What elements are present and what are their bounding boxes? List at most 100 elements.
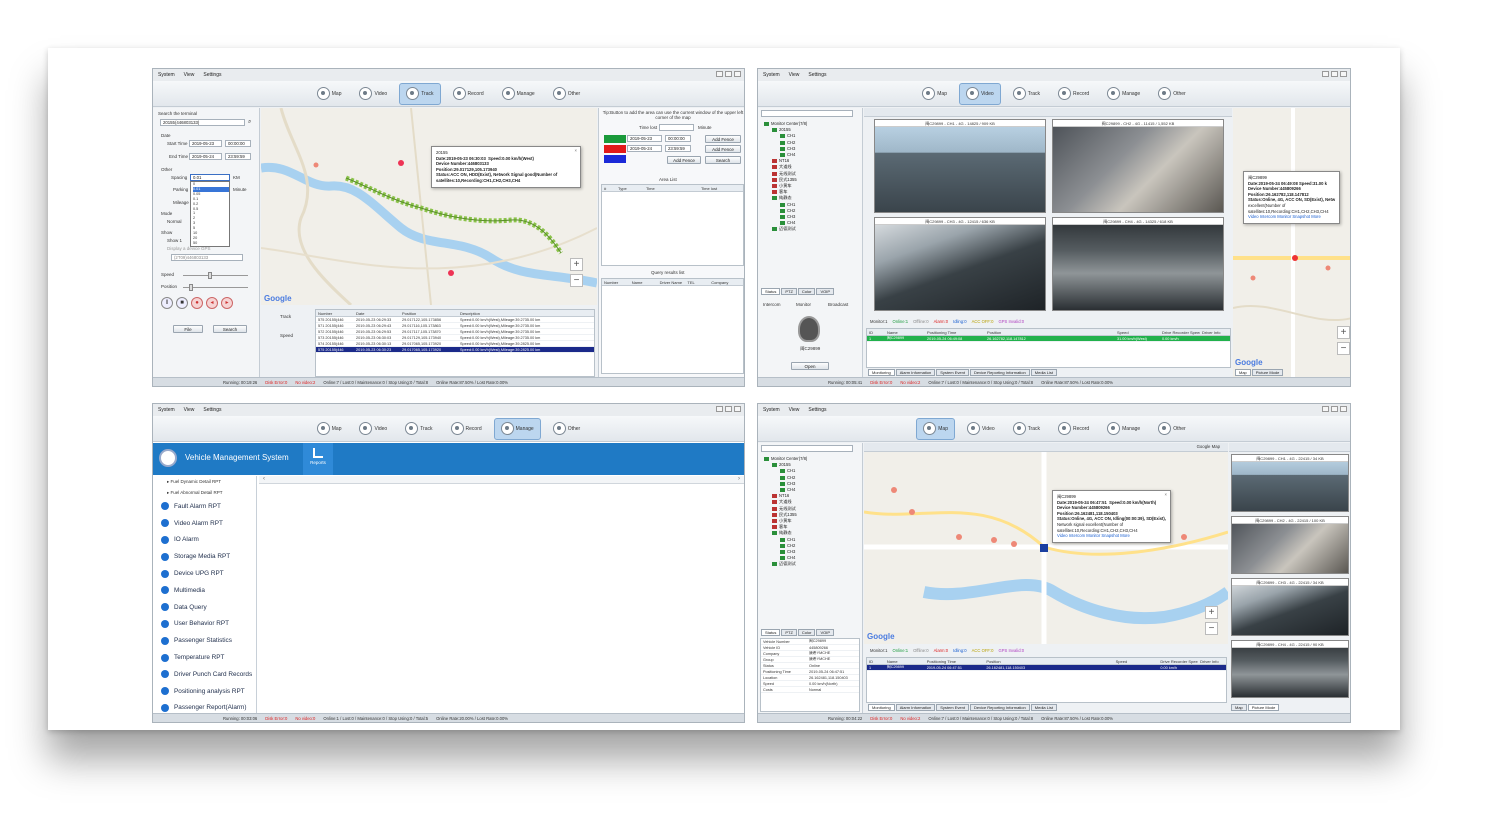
menu-view[interactable]: View [184,72,195,78]
table-row[interactable]: 1 闽C29899 2019-05-24 06:49:08 26.162782,118… [867,336,1230,342]
snapshot-view[interactable]: 闽C29899 - CH4 - 4G - 22415 / 90 KB [1231,640,1349,698]
sidebar-subitem[interactable]: ▸ Fuel Abnormal Detail RPT [153,487,256,498]
camera-view[interactable]: 闽C29899 - CH1 - 4G - 14825 / 909 KB [874,119,1046,213]
record-tab[interactable]: Record [447,83,490,105]
snapshot-view[interactable]: 闽C29899 - CH3 - 4G - 22415 / 34 KB [1231,578,1349,636]
picture-mode-tab[interactable]: Picture Mode [1247,704,1280,711]
fence-end-clock[interactable]: 23:59:59 [665,145,691,152]
mode-normal-radio[interactable]: Normal [167,219,182,224]
video-tab[interactable]: Video [958,82,1001,105]
tab[interactable]: Status [761,629,781,636]
color-blue[interactable] [604,155,626,163]
other-tab[interactable]: Other [1152,418,1192,440]
maximize-icon[interactable] [725,71,732,77]
minimize-icon[interactable] [1322,71,1329,77]
color-red[interactable] [604,145,626,153]
zoom-in-button[interactable]: + [570,258,583,271]
speed-slider-handle[interactable] [208,272,212,279]
video-toolbar[interactable] [864,108,1232,117]
map-tab[interactable]: Map [311,418,348,440]
video-tab[interactable]: Video [353,83,393,105]
menu-system[interactable]: System [763,72,780,78]
tab[interactable]: PTZ [781,288,797,295]
minimize-icon[interactable] [716,71,723,77]
other-tab[interactable]: Other [1152,83,1192,105]
table-row[interactable]: 1 闽C29899 2019-05-24 06:47:51 26.162481,118… [867,665,1226,671]
spacing-dropdown-list[interactable]: 0 0.01 0.05 0.1 0.2 0.5 1 2 3 5 10 20 50 [190,181,230,247]
add-fence-button-1[interactable]: Add Fence [705,135,741,143]
map-tab[interactable]: Map [311,83,348,105]
device-tree[interactable]: Monitor Center(7/8) 20155 CH1 CH2 CH3 CH4 NT16… [764,121,807,233]
menu-system[interactable]: System [158,72,175,78]
zoom-out-button[interactable]: − [1337,342,1350,355]
end-date-field[interactable]: 2019-05-24 [189,153,222,160]
popup-links[interactable]: Video Intercom Monitor Snapshot More [1248,214,1335,220]
manage-tab[interactable]: Manage [493,417,541,440]
show1-checkbox[interactable]: Show 1 [167,238,182,243]
sidebar-item[interactable]: Video Alarm RPT [153,515,256,532]
tab[interactable]: Device Reporting Information [969,369,1030,376]
close-icon[interactable] [734,71,741,77]
tab[interactable]: Alarm Information [895,369,936,376]
maximize-icon[interactable] [1331,406,1338,412]
video-side-map[interactable]: 闽C29899 Date:2019-05-24 06:49:08 Speed:3… [1233,108,1350,378]
tab[interactable]: Monitoring [868,704,895,711]
picture-mode-tab[interactable]: Picture Mode [1251,369,1284,376]
fence-start-clock[interactable]: 00:00:00 [665,135,691,142]
tree-search-input[interactable] [761,110,853,117]
popup-close-icon[interactable]: × [1165,492,1167,498]
tab[interactable]: Color [797,288,816,295]
close-icon[interactable] [1340,71,1347,77]
map-mode-tab[interactable]: Map [1231,704,1247,711]
menu-view[interactable]: View [789,407,800,413]
tab[interactable]: System Event [936,369,969,376]
stop-icon[interactable]: ■ [176,297,188,309]
video-tab[interactable]: Video [353,418,393,440]
sidebar-item[interactable]: User Behavior RPT [153,616,256,633]
tree-search-input[interactable] [761,445,853,452]
menu-settings[interactable]: Settings [203,72,221,78]
search-icon[interactable]: ⌕ [248,119,251,126]
tree-item[interactable]: 迈德测试 [764,226,807,232]
track-tab[interactable]: Track [1007,418,1046,440]
device-select[interactable]: (2T09)446803133 [171,254,243,261]
fast-icon[interactable]: ▸ [221,297,233,309]
maximize-icon[interactable] [1331,71,1338,77]
map-tab[interactable]: Map [916,83,953,105]
camera-view[interactable]: 闽C29899 - CH3 - 4G - 12415 / 636 KB [874,217,1046,311]
fence-search-button[interactable]: Search [705,156,741,164]
map-tab[interactable]: Map [916,417,955,440]
zoom-out-button[interactable]: − [1205,622,1218,635]
zoom-in-button[interactable]: + [1337,326,1350,339]
video-tab[interactable]: Video [961,418,1001,440]
menu-settings[interactable]: Settings [808,407,826,413]
tab[interactable]: VOIP [816,288,835,295]
menu-settings[interactable]: Settings [808,72,826,78]
monitor-radio[interactable]: Monitor [796,302,811,307]
fence-start-date[interactable]: 2019-05-23 [627,135,662,142]
menu-system[interactable]: System [763,407,780,413]
menu-settings[interactable]: Settings [203,407,221,413]
manage-tab[interactable]: Manage [1101,83,1146,105]
end-clock-field[interactable]: 23:59:59 [225,153,251,160]
camera-view[interactable]: 闽C29899 - CH2 - 4G - 11415 / 1,552 KB [1052,119,1224,213]
track-tab[interactable]: Track [1007,83,1046,105]
tab[interactable]: PTZ [781,629,797,636]
pause-icon[interactable]: ‖ [161,297,173,309]
map-mode-tab[interactable]: Map [1235,369,1251,376]
file-button[interactable]: File [173,325,203,333]
sidebar-item[interactable]: Multimedia [153,582,256,599]
tab[interactable]: Alarm Information [895,704,936,711]
sidebar-subitem[interactable]: ▸ Fuel Dynamic Detail RPT [153,476,256,487]
close-icon[interactable] [1340,406,1347,412]
add-fence-button-2[interactable]: Add Fence [705,145,741,153]
sidebar-item[interactable]: Driver Punch Card Records [153,666,256,683]
maximize-icon[interactable] [725,406,732,412]
manage-tab[interactable]: Manage [1101,418,1146,440]
record-play-icon[interactable]: ● [191,297,203,309]
tab[interactable]: Monitoring [868,369,895,376]
main-map[interactable]: × 闽C29899 Date:2019-05-24 06:47:51 Speed… [864,452,1228,644]
track-tab[interactable]: Track [399,82,441,105]
device-tree[interactable]: Monitor Center(7/8) 20155 CH1 CH2 CH3 CH4 NT16… [764,456,807,568]
speed-slider[interactable] [183,275,248,276]
